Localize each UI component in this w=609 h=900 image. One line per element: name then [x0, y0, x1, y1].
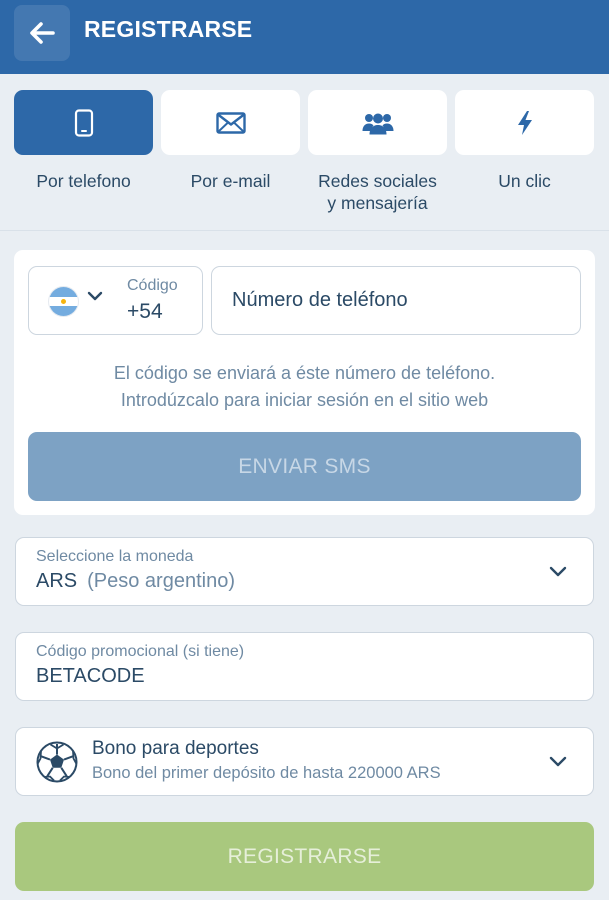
chevron-down-icon — [549, 566, 567, 577]
arrow-left-icon — [30, 22, 55, 44]
chevron-down-icon — [87, 291, 103, 301]
chevron-down-icon — [549, 756, 567, 767]
country-code-label: Código — [127, 277, 178, 294]
bonus-select[interactable]: Bono para deportes Bono del primer depós… — [15, 727, 594, 796]
country-code-value: +54 — [127, 300, 163, 323]
divider — [0, 230, 609, 231]
header-bar: REGISTRARSE — [0, 0, 609, 74]
tab-social[interactable] — [308, 90, 447, 155]
envelope-icon — [215, 111, 246, 134]
sms-info-line1: El código se enviará a éste número de te… — [113, 363, 496, 383]
argentina-flag-icon — [49, 287, 78, 316]
currency-select[interactable]: Seleccione la moneda ARS (Peso argentino) — [15, 537, 594, 606]
bonus-title: Bono para deportes — [92, 738, 259, 759]
tab-social-label-line2: y mensajería — [327, 193, 428, 213]
tab-email-label[interactable]: Por e-mail — [157, 170, 304, 192]
phone-icon — [74, 108, 93, 137]
promo-code-value: BETACODE — [36, 665, 145, 687]
tab-social-label-line1: Redes sociales — [318, 171, 437, 191]
tab-social-label[interactable]: Redes sociales y mensajería — [304, 170, 451, 214]
tab-one-click[interactable] — [455, 90, 594, 155]
page-title: REGISTRARSE — [84, 16, 253, 42]
bonus-subtitle: Bono del primer depósito de hasta 220000… — [92, 764, 441, 782]
tab-phone[interactable] — [14, 90, 153, 155]
country-code-select[interactable]: Código +54 — [28, 266, 203, 335]
currency-value: ARS (Peso argentino) — [36, 570, 235, 593]
currency-label: Seleccione la moneda — [36, 548, 194, 565]
phone-number-placeholder: Número de teléfono — [232, 289, 408, 311]
promo-code-field[interactable]: Código promocional (si tiene) BETACODE — [15, 632, 594, 701]
lightning-icon — [517, 110, 532, 135]
currency-code: ARS — [36, 570, 78, 592]
tab-phone-label[interactable]: Por telefono — [10, 170, 157, 192]
soccer-ball-icon — [36, 741, 78, 783]
back-button[interactable] — [14, 5, 70, 61]
sms-info-line2: Introdúzcalo para iniciar sesión en el s… — [120, 390, 489, 410]
sms-info-text: El código se enviará a éste número de te… — [28, 360, 581, 414]
tab-email[interactable] — [161, 90, 300, 155]
phone-number-input[interactable]: Número de teléfono — [211, 266, 581, 335]
tab-one-click-label[interactable]: Un clic — [451, 170, 598, 192]
people-icon — [362, 113, 393, 134]
register-button[interactable]: REGISTRARSE — [15, 822, 594, 891]
send-sms-button[interactable]: ENVIAR SMS — [28, 432, 581, 501]
currency-name: (Peso argentino) — [87, 570, 235, 592]
promo-code-label: Código promocional (si tiene) — [36, 643, 245, 660]
